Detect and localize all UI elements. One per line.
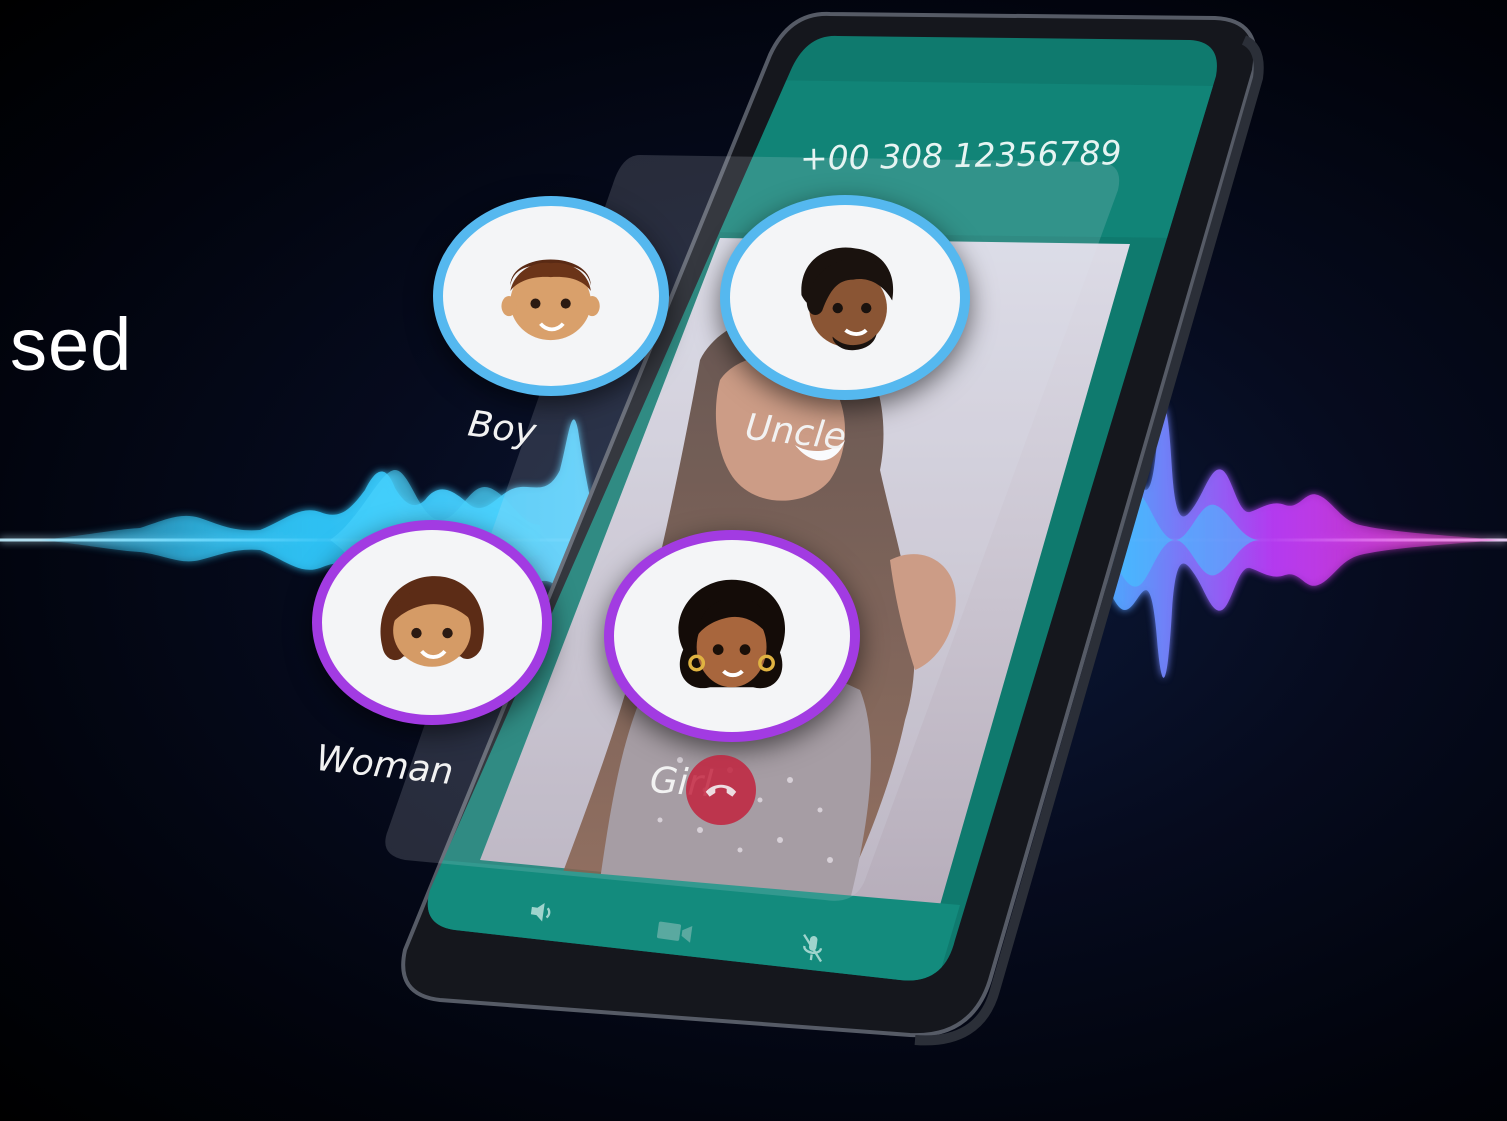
phone-hangup-icon <box>705 784 737 797</box>
caller-phone-number: +00 308 12356789 <box>799 133 1122 178</box>
end-call-button[interactable] <box>686 755 756 825</box>
speaker-icon <box>530 903 551 922</box>
voice-option-woman[interactable] <box>312 520 552 725</box>
voice-option-boy[interactable] <box>433 196 669 396</box>
voice-option-uncle[interactable] <box>720 195 970 400</box>
video-button[interactable] <box>653 916 696 957</box>
mute-button[interactable] <box>795 930 828 974</box>
speaker-button[interactable] <box>525 896 558 936</box>
uncle-face-icon <box>800 247 893 350</box>
voice-option-girl[interactable] <box>604 530 860 742</box>
video-camera-icon <box>656 921 693 943</box>
girl-face-icon <box>678 579 786 688</box>
microphone-mute-icon <box>803 933 823 963</box>
promo-stage: sed +00 308 12356789 Boy Uncle Woman Gir… <box>0 0 1507 1121</box>
boy-face-icon <box>501 259 601 341</box>
woman-face-icon <box>380 575 484 667</box>
